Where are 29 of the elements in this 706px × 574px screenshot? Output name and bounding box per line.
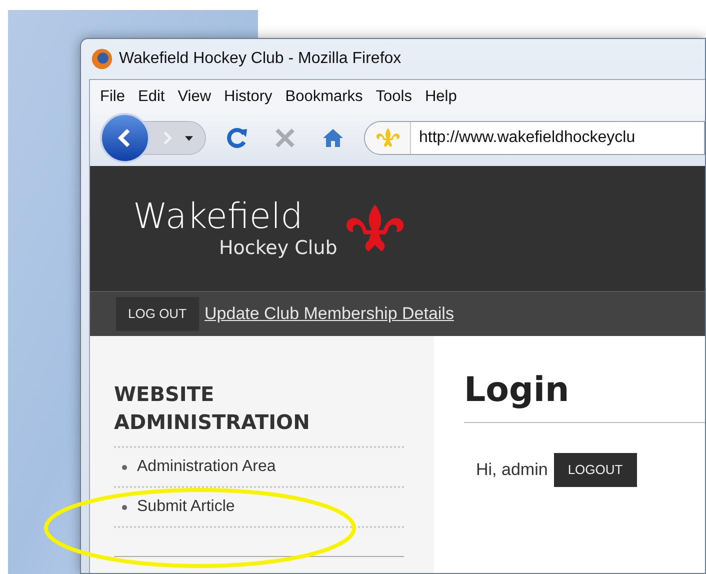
- browser-logo-icon: [91, 48, 113, 70]
- logout-button[interactable]: LOGOUT: [554, 453, 637, 487]
- home-icon: [321, 126, 345, 150]
- back-button[interactable]: [100, 113, 150, 163]
- menu-item[interactable]: Help: [424, 85, 457, 109]
- sidebar-heading: WEBSITE ADMINISTRATION: [114, 381, 311, 436]
- sidebar-link[interactable]: Administration Area: [137, 455, 276, 479]
- menu-item[interactable]: History: [224, 85, 272, 109]
- page-title: Login: [464, 369, 570, 412]
- log-out-button[interactable]: LOG OUT: [116, 297, 199, 331]
- reload-icon: [225, 126, 249, 150]
- logo-title: Wakefield: [133, 198, 304, 236]
- sidebar-link[interactable]: Submit Article: [137, 495, 235, 519]
- close-icon: [273, 126, 297, 150]
- dropdown-caret-icon: [185, 136, 193, 140]
- membership-link[interactable]: Update Club Membership Details: [204, 301, 454, 327]
- bullet-icon: [122, 504, 127, 510]
- address-field[interactable]: http://www.wakefieldhockeyclu: [364, 121, 705, 155]
- menu-item[interactable]: Tools: [376, 85, 412, 109]
- logo-subtitle: Hockey Club: [219, 236, 338, 260]
- menu-item[interactable]: View: [178, 85, 212, 109]
- bullet-icon: [122, 464, 127, 470]
- url-text: http://www.wakefieldhockeyclu: [418, 128, 636, 148]
- menu-item[interactable]: Bookmarks: [285, 85, 363, 109]
- menu-item[interactable]: File: [100, 85, 125, 109]
- site-fleur-icon: [374, 127, 400, 149]
- menu-item[interactable]: Edit: [138, 85, 165, 109]
- window-title: Wakefield Hockey Club - Mozilla Firefox: [119, 49, 402, 69]
- greeting-text: Hi, admin: [476, 459, 548, 482]
